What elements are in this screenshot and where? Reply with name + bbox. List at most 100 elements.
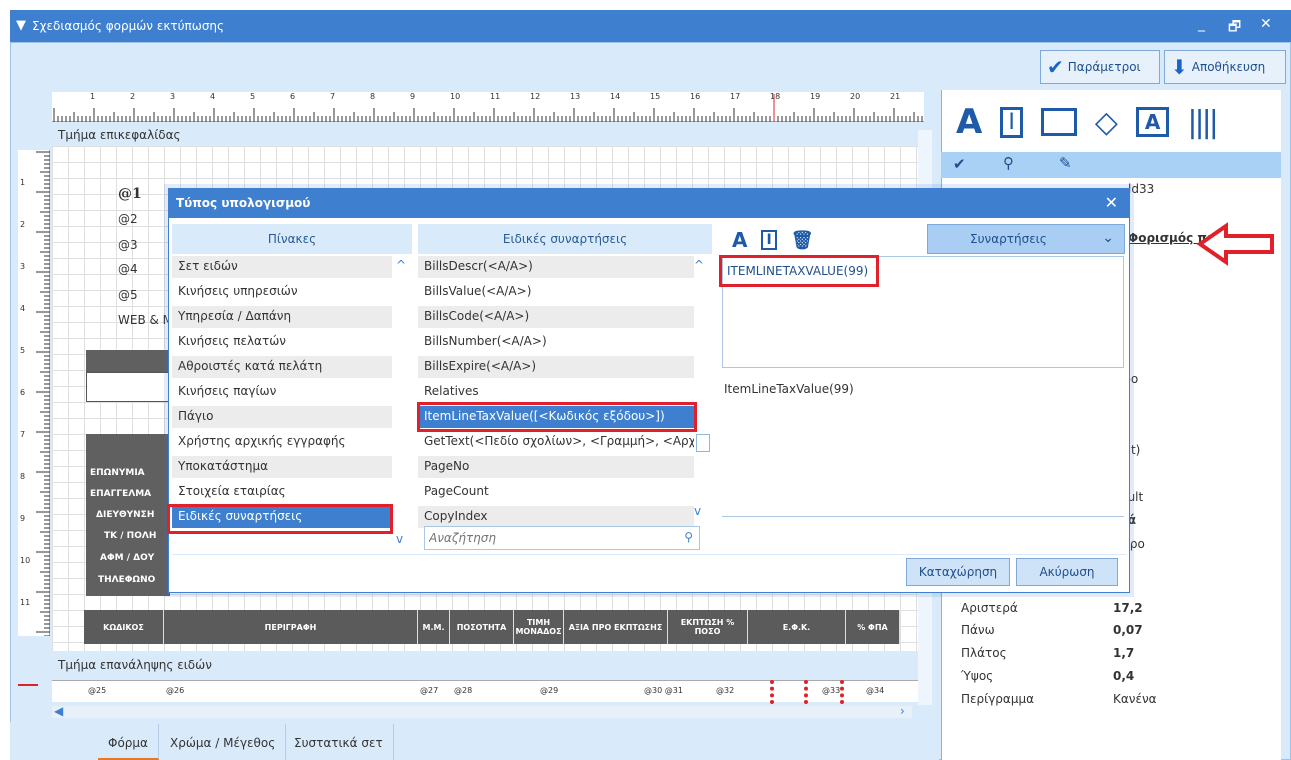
dialog-close-button[interactable]: ✕ [1105,193,1118,212]
col-quantity[interactable]: ΠΟΣΟΤΗΤΑ [450,610,514,644]
field-web[interactable]: WEB & M [118,313,173,327]
function-item[interactable]: PageCount [418,481,694,503]
functions-dropdown[interactable]: Συναρτήσεις ⌄ [927,224,1125,254]
table-item[interactable]: Κινήσεις πελατών [172,331,392,353]
ruler-number: 19 [810,92,821,101]
insert-text-icon[interactable]: A [732,228,747,252]
label-tool-icon[interactable]: A [1135,107,1170,137]
ruler-number: 16 [690,92,701,101]
download-icon: ⬇ [1171,55,1188,79]
field-29[interactable]: @29 [540,686,558,695]
expression-preview: ItemLineTaxValue(99) [724,382,854,396]
shape-tool-icon[interactable]: ◇ [1095,105,1118,140]
field-30-31[interactable]: @30 @31 [644,686,683,695]
minimize-button[interactable]: _ [1198,16,1205,32]
delete-icon[interactable]: 🗑 [791,230,814,251]
parameters-button[interactable]: ✔ Παράμετροι [1040,50,1160,84]
tab-color-size[interactable]: Χρώμα / Μέγεθος [160,724,287,760]
field-3[interactable]: @3 [118,238,138,252]
field-1[interactable]: @1 [118,186,142,202]
search-field[interactable]: ⚲ [424,526,700,550]
table-item[interactable]: Πάγιο [172,406,392,428]
text-tool-icon[interactable]: A [956,102,982,142]
insert-field-icon[interactable]: I [761,230,777,250]
function-item[interactable]: BillsExpire(<A/A>) [418,356,694,378]
field-5[interactable]: @5 [118,288,138,302]
prop-width[interactable]: Πλάτος 1,7 [961,643,1281,665]
label-profession: ΕΠΑΓΓΕΛΜΑ [90,489,152,499]
prop-border[interactable]: Περίγραμμα Κανένα [961,689,1281,711]
tab-form[interactable]: Φόρμα [98,724,159,760]
table-item[interactable]: Στοιχεία εταιρίας [172,481,392,503]
vertical-ruler-number: 1 [20,178,26,187]
edit-tab-icon[interactable]: ✎ [1059,154,1072,172]
prop-top-key: Πάνω [961,623,995,637]
field-28[interactable]: @28 [454,686,472,695]
functions-scroll-down-icon[interactable]: v [694,504,701,518]
field-34[interactable]: @34 [866,686,884,695]
field-2[interactable]: @2 [118,212,138,226]
window-menu-icon[interactable]: ▼ [16,18,26,33]
field-4[interactable]: @4 [118,262,138,276]
prop-left[interactable]: Αριστερά 17,2 [961,598,1281,620]
col-description[interactable]: ΠΕΡΙΓΡΑΦΗ [164,610,418,644]
ruler-number: 10 [450,92,461,101]
function-item[interactable]: CopyIndex [418,506,694,528]
search-tab-icon[interactable]: ⚲ [1003,154,1014,172]
ok-button[interactable]: Καταχώρηση [906,558,1010,586]
table-item[interactable]: Υπηρεσία / Δαπάνη [172,306,392,328]
function-item[interactable]: PageNo [418,456,694,478]
functions-scroll-up-icon[interactable]: ^ [694,258,704,272]
divider [722,516,1124,517]
table-item[interactable]: Χρήστης αρχικής εγγραφής [172,431,392,453]
scroll-right-icon[interactable]: › [900,704,905,718]
field-26[interactable]: @26 [166,686,184,695]
prop-top[interactable]: Πάνω 0,07 [961,620,1281,642]
repeat-marker [18,684,38,686]
tables-scroll-down-icon[interactable]: v [396,532,403,546]
table-item[interactable]: Κινήσεις υπηρεσιών [172,281,392,303]
close-button[interactable]: ✕ [1260,16,1272,32]
col-code[interactable]: ΚΩΔΙΚΟΣ [84,610,164,644]
cancel-button[interactable]: Ακύρωση [1016,558,1118,586]
property-tabs: ✔ ⚲ ✎ [941,152,1281,178]
col-unit[interactable]: Μ.Μ. [418,610,450,644]
search-icon[interactable]: ⚲ [684,530,693,544]
image-tool-icon[interactable] [1040,108,1077,136]
function-item[interactable]: Relatives [418,381,694,403]
function-item[interactable]: BillsValue(<A/A>) [418,281,694,303]
col-discount[interactable]: ΕΚΠΤΩΣΗ % ΠΟΣΟ [668,610,748,644]
restore-button[interactable]: 🗗 [1228,16,1241,40]
tab-set-components[interactable]: Συστατικά σετ [284,724,394,760]
function-item[interactable]: BillsNumber(<A/A>) [418,331,694,353]
prop-border-value: Κανένα [1113,692,1157,706]
field-33[interactable]: @33 [822,686,840,695]
prop-width-key: Πλάτος [961,646,1007,660]
search-input[interactable] [429,528,669,548]
scroll-left-icon[interactable]: ◀ [54,704,63,718]
field-tool-icon[interactable]: I [1000,106,1023,138]
field-32[interactable]: @32 [716,686,734,695]
table-item[interactable]: Υποκατάστημα [172,456,392,478]
table-item[interactable]: Σετ ειδών [172,256,392,278]
customer-bar [86,434,170,456]
prop-height[interactable]: Ύψος 0,4 [961,666,1281,688]
check-tab-icon[interactable]: ✔ [953,155,966,173]
col-unit-price[interactable]: ΤΙΜΗ ΜΟΝΑΔΟΣ [514,610,564,644]
field-25[interactable]: @25 [88,686,106,695]
col-vat[interactable]: % ΦΠΑ [846,610,900,644]
function-item[interactable]: BillsCode(<A/A>) [418,306,694,328]
save-button[interactable]: ⬇ Αποθήκευση [1164,50,1286,84]
function-item[interactable]: BillsDescr(<A/A>) [418,256,694,278]
field-27[interactable]: @27 [420,686,438,695]
col-excise[interactable]: Ε.Φ.Κ. [748,610,846,644]
functions-scroll-thumb[interactable] [696,434,710,452]
col-value-before-discount[interactable]: ΑΞΙΑ ΠΡΟ ΕΚΠΤΩΣΗΣ [564,610,668,644]
vertical-ruler-number: 8 [20,472,26,481]
table-item[interactable]: Αθροιστές κατά πελάτη [172,356,392,378]
tables-scroll-up-icon[interactable]: ^ [396,258,406,272]
table-item[interactable]: Κινήσεις παγίων [172,381,392,403]
horizontal-scrollbar[interactable] [52,706,912,718]
barcode-tool-icon[interactable]: |||| [1187,105,1218,140]
function-item[interactable]: GetText(<Πεδίο σχολίων>, <Γραμμή>, <Αρχ [418,431,694,453]
